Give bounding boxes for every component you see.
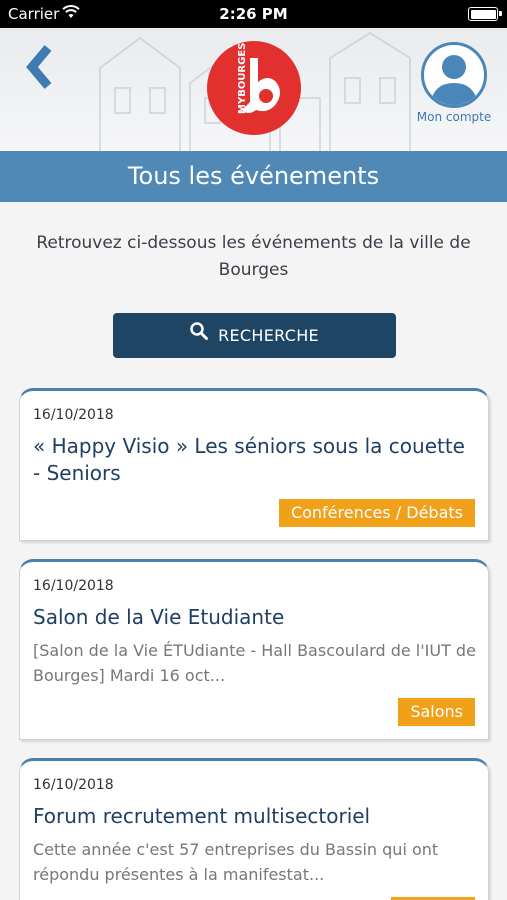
- event-title: « Happy Visio » Les séniors sous la coue…: [33, 434, 465, 485]
- event-card[interactable]: 16/10/2018 Forum recrutement multisector…: [19, 758, 489, 900]
- app-header: MYBOURGES Mon compte: [0, 28, 507, 151]
- logo-text: MYBOURGES: [237, 43, 248, 114]
- event-date: 16/10/2018: [33, 578, 114, 594]
- back-button[interactable]: [22, 42, 62, 92]
- page-title: Tous les événements: [0, 151, 507, 202]
- battery-icon: [468, 7, 502, 21]
- event-category-badge: Conférences / Débats: [278, 499, 475, 527]
- app-logo[interactable]: MYBOURGES: [206, 40, 302, 136]
- user-avatar-icon: [421, 42, 487, 108]
- intro-text: Retrouvez ci-dessous les événements de l…: [36, 233, 471, 280]
- account-label: Mon compte: [416, 110, 492, 124]
- event-card[interactable]: 16/10/2018 Salon de la Vie Etudiante [Sa…: [19, 559, 489, 740]
- event-excerpt: [Salon de la Vie ÉTUdiante - Hall Bascou…: [33, 641, 476, 685]
- event-date: 16/10/2018: [33, 777, 114, 793]
- search-button[interactable]: RECHERCHE: [113, 313, 396, 358]
- account-button[interactable]: Mon compte: [412, 42, 496, 146]
- status-bar: Carrier 2:26 PM: [0, 0, 507, 28]
- app-screen: Carrier 2:26 PM MYBOURGES Mon compte Tou…: [0, 0, 507, 900]
- event-card[interactable]: 16/10/2018 « Happy Visio » Les séniors s…: [19, 388, 489, 541]
- search-label: RECHERCHE: [218, 326, 319, 345]
- event-title: Forum recrutement multisectoriel: [33, 804, 371, 828]
- chevron-left-icon: [26, 45, 52, 89]
- event-excerpt: Cette année c'est 57 entreprises du Bass…: [33, 840, 439, 884]
- search-icon: [190, 312, 209, 357]
- event-title: Salon de la Vie Etudiante: [33, 605, 285, 629]
- event-category-badge: Salons: [398, 698, 475, 726]
- clock: 2:26 PM: [219, 5, 288, 23]
- event-date: 16/10/2018: [33, 407, 114, 423]
